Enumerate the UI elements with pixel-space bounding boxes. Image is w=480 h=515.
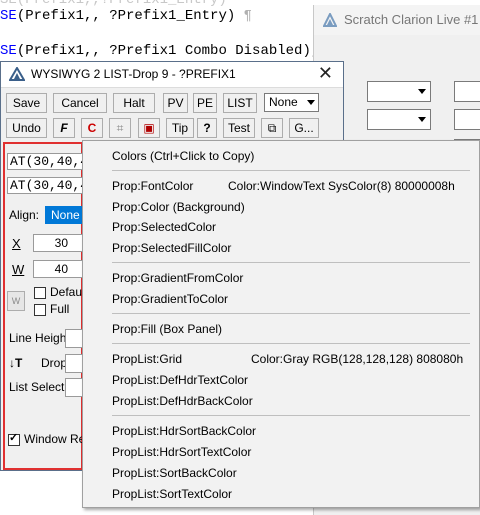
scratch-field-1[interactable] [454,81,480,102]
menu-item-defhdrbackcolor[interactable]: PropList:DefHdrBackColor [112,393,253,409]
scratch-title: Scratch Clarion Live #1 [344,12,479,27]
dialog-titlebar: WYSIWYG 2 LIST-Drop 9 - ?PREFIX1 ✕ [1,62,343,88]
color-button[interactable]: C [81,118,103,138]
clarion-logo-icon [9,67,25,81]
default-label: Defau [50,285,83,299]
menu-item-fill-box-panel[interactable]: Prop:Fill (Box Panel) [112,321,222,337]
x-spinner[interactable]: 30 [33,234,83,252]
grid-icon[interactable]: ⌗ [109,118,131,138]
w-small-button[interactable]: W [7,291,25,311]
chevron-down-icon [418,117,426,122]
font-button[interactable]: F [53,118,75,138]
colors-popup-menu: Colors (Ctrl+Click to Copy) Prop:FontCol… [82,140,480,508]
at-line-1[interactable]: AT(30,40,40 [7,153,87,170]
window-re-label: Window Re [24,432,86,446]
halt-button[interactable]: Halt [113,93,155,113]
full-checkbox[interactable] [34,304,46,316]
menu-separator [112,170,470,171]
menu-item-defhdrtextcolor[interactable]: PropList:DefHdrTextColor [112,372,248,388]
clarion-logo-icon [323,13,337,27]
code-keyword: SE [0,8,17,24]
undo-button[interactable]: Undo [6,118,47,138]
window-re-checkbox[interactable] [8,431,20,446]
code-line-1[interactable]: SE(Prefix1,, ?Prefix1_Entry) ¶ [0,8,252,24]
menu-separator [112,313,470,314]
drop-icon: ↓T [9,356,23,370]
menu-separator [112,343,470,344]
menu-item-color-background[interactable]: Prop:Color (Background) [112,199,245,215]
chevron-down-icon [418,89,426,94]
at-line-2[interactable]: AT(30,40,40 [7,177,87,194]
menu-separator [112,415,470,416]
align-select[interactable]: None [45,206,85,224]
tip-button[interactable]: Tip [166,118,194,138]
line-height-label: Line Height: [9,331,74,345]
align-label: Align: [9,208,40,222]
code-line-faded: SE(Prefix1,,?Prefix1_Entry) [0,0,227,8]
list-select-label: List Select: [9,380,68,394]
menu-item-gradientfromcolor[interactable]: Prop:GradientFromColor [112,270,243,286]
w-spinner[interactable]: 40 [33,260,83,278]
cancel-button[interactable]: Cancel [53,93,107,113]
save-button[interactable]: Save [6,93,47,113]
pilcrow-mark: ¶ [243,8,253,24]
menu-item-proplist-grid[interactable]: PropList:Grid Color:Gray RGB(128,128,128… [112,351,463,367]
x-label: X [12,236,21,251]
pv-button[interactable]: PV [163,93,188,113]
menu-item-sorttextcolor[interactable]: PropList:SortTextColor [112,486,232,502]
test-button[interactable]: Test [223,118,255,138]
box-icon[interactable]: ▣ [138,118,160,138]
menu-item-label: PropList:Grid [112,352,183,366]
menu-item-color-info: Color:Gray RGB(128,128,128) 808080h [251,352,464,366]
dialog-title: WYSIWYG 2 LIST-Drop 9 - ?PREFIX1 [31,67,236,81]
chevron-down-icon [307,100,315,105]
pe-button[interactable]: PE [193,93,217,113]
g-button[interactable]: G... [289,118,319,138]
scratch-combo-1[interactable] [367,81,431,102]
list-button[interactable]: LIST [223,93,257,113]
menu-item-gradienttocolor[interactable]: Prop:GradientToColor [112,291,228,307]
menu-item-hdrsortbackcolor[interactable]: PropList:HdrSortBackColor [112,423,256,439]
help-button[interactable]: ? [197,118,217,138]
menu-item-colors-header[interactable]: Colors (Ctrl+Click to Copy) [112,148,254,164]
code-line-2[interactable]: SE(Prefix1,, ?Prefix1 Combo Disabled),Di [0,43,336,59]
menu-separator [112,262,470,263]
menu-item-selectedcolor[interactable]: Prop:SelectedColor [112,219,216,235]
toolbar-combo-value: None [269,95,298,109]
menu-item-label: Prop:FontColor [112,179,194,193]
menu-item-fontcolor[interactable]: Prop:FontColor Color:WindowText SysColor… [112,178,455,194]
default-checkbox[interactable] [34,287,46,299]
full-label: Full [50,302,70,316]
code-text: (Prefix1,, ?Prefix1_Entry) [16,8,236,24]
code-keyword: SE [0,43,17,59]
code-text: (Prefix1,, ?Prefix1 Combo Disabled),Di [16,43,337,59]
w-label: W [12,262,25,277]
toolbar-combo[interactable]: None [264,93,319,112]
menu-item-selectedfillcolor[interactable]: Prop:SelectedFillColor [112,240,231,256]
menu-item-color-info: Color:WindowText SysColor(8) 80000008h [228,179,455,193]
scratch-field-2[interactable] [454,109,480,130]
scratch-titlebar: Scratch Clarion Live #1 [314,5,480,35]
menu-item-sortbackcolor[interactable]: PropList:SortBackColor [112,465,237,481]
menu-item-hdrsorttextcolor[interactable]: PropList:HdrSortTextColor [112,444,251,460]
close-icon[interactable]: ✕ [318,63,333,84]
windows-icon[interactable]: ⧉ [261,118,283,138]
scratch-combo-2[interactable] [367,109,431,130]
